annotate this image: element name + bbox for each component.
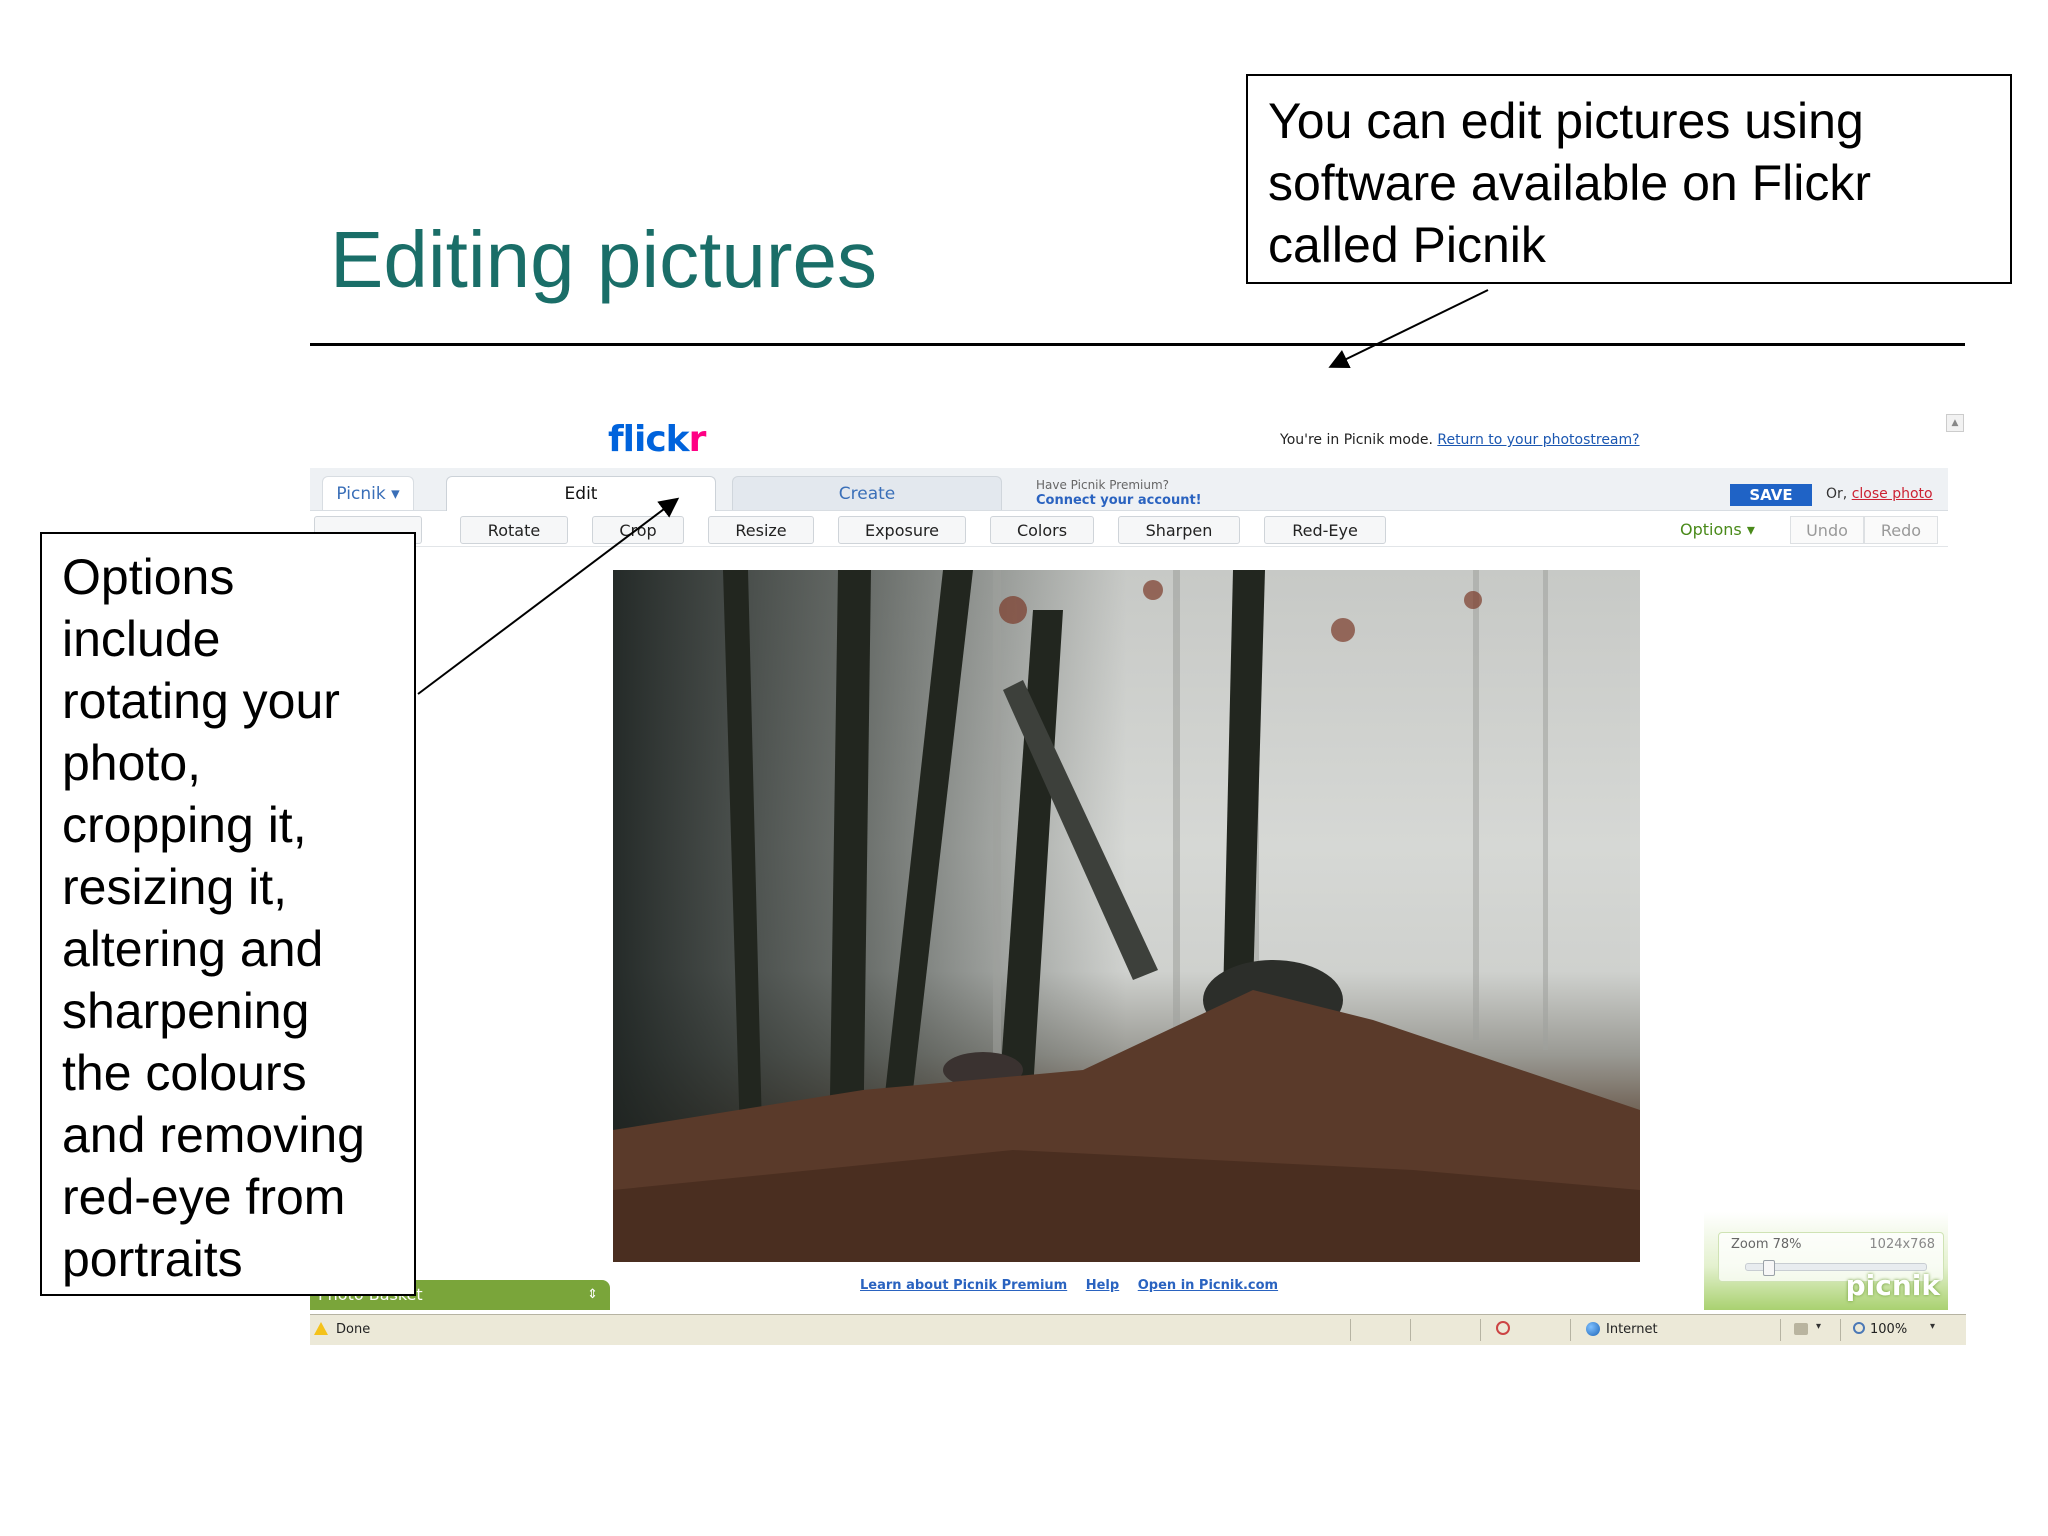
tab-edit[interactable]: Edit xyxy=(446,476,716,511)
photo-canvas[interactable] xyxy=(613,570,1640,1262)
browser-status-bar: Done Internet ▾ 100% ▾ xyxy=(310,1314,1966,1345)
callout-line: red-eye from xyxy=(62,1169,346,1225)
protected-mode-icon[interactable] xyxy=(1794,1323,1808,1335)
callout-line: include xyxy=(62,611,221,667)
flickr-logo-part1: flick xyxy=(608,419,690,460)
save-button[interactable]: SAVE xyxy=(1730,484,1812,506)
slide-title: Editing pictures xyxy=(330,215,877,304)
close-photo-group: Or, close photo xyxy=(1826,486,1933,502)
undo-button[interactable]: Undo xyxy=(1790,516,1864,544)
picnik-screenshot: flickr You're in Picnik mode. Return to … xyxy=(310,412,1966,1346)
premium-promo: Have Picnik Premium? Connect your accoun… xyxy=(1036,478,1202,508)
redo-button[interactable]: Redo xyxy=(1864,516,1938,544)
help-link[interactable]: Help xyxy=(1086,1278,1119,1293)
flickr-logo-part2: r xyxy=(688,419,707,460)
resize-button[interactable]: Resize xyxy=(708,516,814,544)
zoom-slider-handle[interactable] xyxy=(1763,1260,1775,1276)
callout-picnik: You can edit pictures using software ava… xyxy=(1246,74,2012,284)
callout-line: portraits xyxy=(62,1231,243,1287)
rotate-button[interactable]: Rotate xyxy=(460,516,568,544)
status-divider xyxy=(1350,1319,1351,1341)
colors-button[interactable]: Colors xyxy=(990,516,1094,544)
popup-blocker-icon[interactable] xyxy=(1496,1321,1510,1335)
callout-line: cropping it, xyxy=(62,797,307,853)
callout-line: altering and xyxy=(62,921,324,977)
status-divider xyxy=(1410,1319,1411,1341)
callout-line: photo, xyxy=(62,735,202,791)
callout-line: sharpening xyxy=(62,983,310,1039)
edit-toolbar: Rotate Crop Resize Exposure Colors Sharp… xyxy=(310,512,1948,547)
zoom-panel: Zoom 78% 1024x768 picnik xyxy=(1704,1212,1948,1310)
status-divider xyxy=(1780,1319,1781,1341)
or-label: Or, xyxy=(1826,486,1848,502)
callout-line: Options xyxy=(62,549,235,605)
zoom-label: Zoom 78% xyxy=(1731,1237,1802,1252)
callout-line: the colours xyxy=(62,1045,307,1101)
callout-line: called Picnik xyxy=(1268,217,1546,273)
callout-options: Options include rotating your photo, cro… xyxy=(40,532,416,1296)
return-to-photostream-link[interactable]: Return to your photostream? xyxy=(1437,432,1639,448)
picnik-tab-bar: Picnik ▾ Edit Create Have Picnik Premium… xyxy=(310,468,1948,511)
callout-line: resizing it, xyxy=(62,859,288,915)
tab-picnik-menu[interactable]: Picnik ▾ xyxy=(322,476,414,510)
callout-line: and removing xyxy=(62,1107,365,1163)
chevron-down-icon[interactable]: ▾ xyxy=(1930,1321,1935,1332)
magnifier-icon[interactable] xyxy=(1853,1322,1865,1334)
picnik-mode-notice: You're in Picnik mode. Return to your ph… xyxy=(1280,432,1640,448)
tab-create[interactable]: Create xyxy=(732,476,1002,510)
forest-photo xyxy=(613,570,1640,1262)
callout-line: You can edit pictures using xyxy=(1268,93,1864,149)
image-dimensions: 1024x768 xyxy=(1869,1237,1935,1252)
exposure-button[interactable]: Exposure xyxy=(838,516,966,544)
picnik-mode-text: You're in Picnik mode. xyxy=(1280,432,1433,448)
sharpen-button[interactable]: Sharpen xyxy=(1118,516,1240,544)
expand-collapse-icon[interactable]: ⇕ xyxy=(587,1280,598,1310)
flickr-logo[interactable]: flickr xyxy=(608,418,707,462)
open-picnik-link[interactable]: Open in Picnik.com xyxy=(1138,1278,1278,1293)
status-divider xyxy=(1840,1319,1841,1341)
globe-icon xyxy=(1586,1322,1600,1336)
status-divider xyxy=(1570,1319,1571,1341)
premium-question: Have Picnik Premium? xyxy=(1036,478,1170,492)
title-divider xyxy=(310,343,1965,346)
status-done: Done xyxy=(336,1322,371,1337)
status-divider xyxy=(1480,1319,1481,1341)
crop-button[interactable]: Crop xyxy=(592,516,684,544)
picnik-logo: picnik xyxy=(1845,1269,1940,1302)
options-dropdown[interactable]: Options ▾ xyxy=(1680,520,1755,539)
security-zone: Internet xyxy=(1606,1322,1658,1337)
connect-account-link[interactable]: Connect your account! xyxy=(1036,493,1202,508)
scrollbar-up-arrow-icon[interactable]: ▲ xyxy=(1946,414,1964,432)
callout-line: rotating your xyxy=(62,673,340,729)
callout-line: software available on Flickr xyxy=(1268,155,1872,211)
arrow-to-screenshot xyxy=(1328,289,1489,368)
red-eye-button[interactable]: Red-Eye xyxy=(1264,516,1386,544)
learn-premium-link[interactable]: Learn about Picnik Premium xyxy=(860,1278,1067,1293)
footer-links: Learn about Picnik Premium Help Open in … xyxy=(860,1278,1292,1293)
chevron-down-icon[interactable]: ▾ xyxy=(1816,1321,1821,1332)
warning-icon[interactable] xyxy=(314,1322,328,1335)
page-zoom-level[interactable]: 100% xyxy=(1870,1322,1907,1337)
close-photo-link[interactable]: close photo xyxy=(1852,486,1933,502)
